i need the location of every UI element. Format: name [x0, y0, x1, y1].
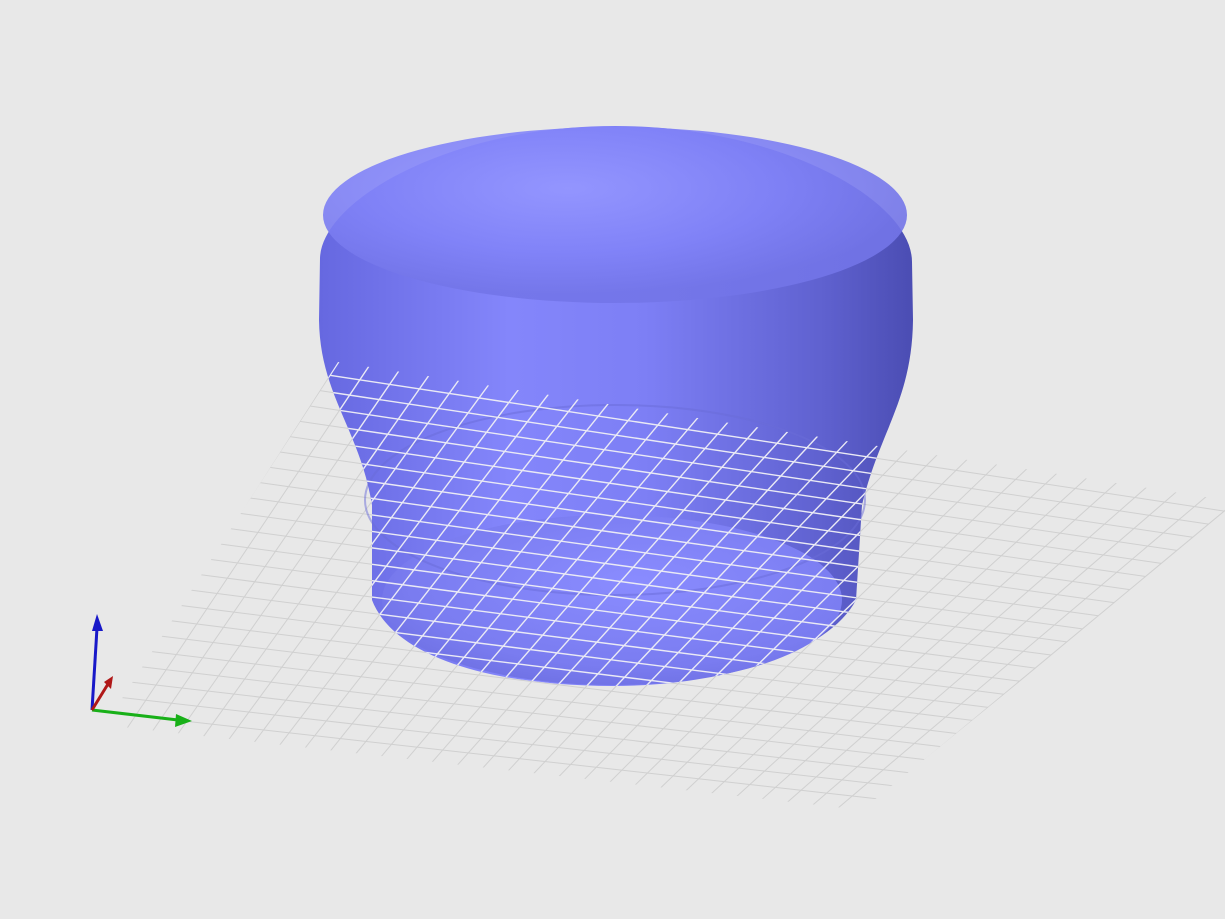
3d-viewport[interactable]: [0, 0, 1225, 919]
grid-line: [861, 497, 913, 686]
scene-canvas[interactable]: [0, 0, 1225, 919]
grid-line: [100, 728, 862, 812]
solid-top-face: [323, 127, 907, 303]
grid-line: [861, 497, 1225, 810]
grid-line: [105, 727, 863, 810]
grid-line: [105, 362, 341, 729]
y-axis-arrow-icon: [91, 708, 192, 727]
axis-triad[interactable]: [90, 614, 192, 727]
